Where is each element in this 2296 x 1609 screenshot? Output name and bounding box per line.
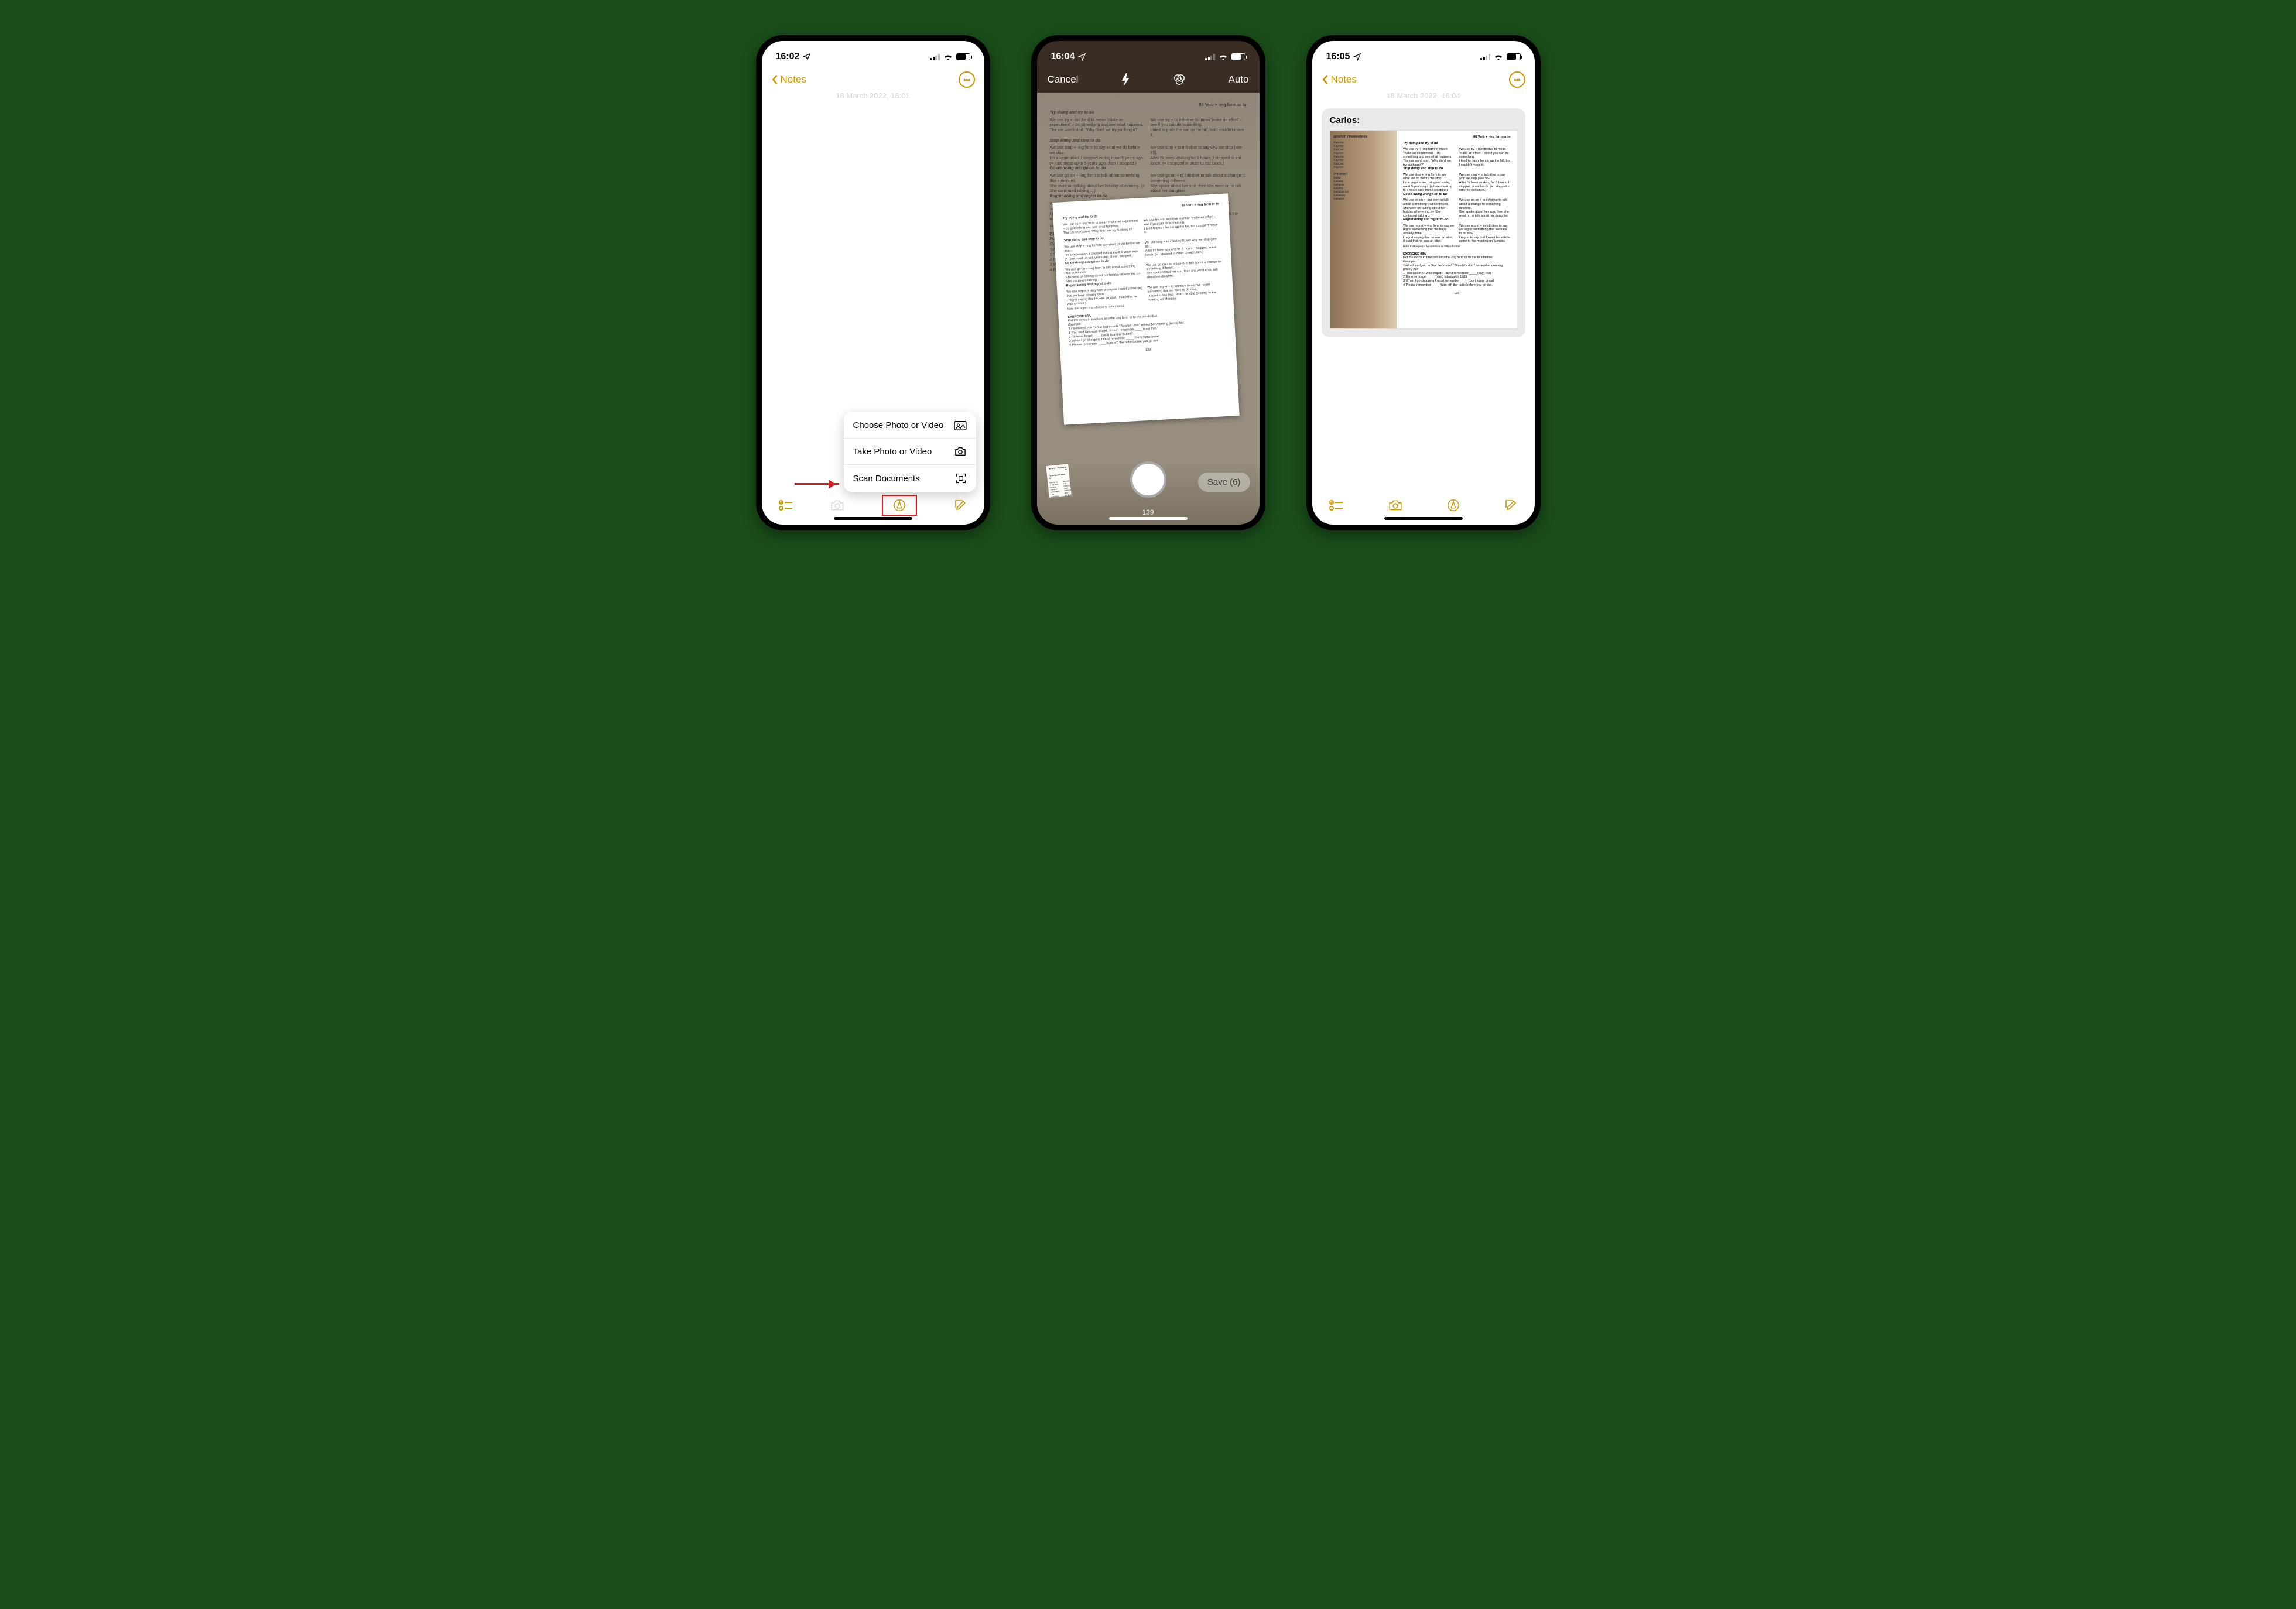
status-time: 16:04 [1051, 52, 1075, 62]
scan-mode-button[interactable]: Auto [1229, 74, 1249, 85]
page-number: 139 [1142, 508, 1154, 516]
home-indicator [1384, 517, 1463, 520]
battery-icon [1231, 53, 1245, 60]
status-time: 16:05 [1326, 52, 1350, 62]
attachment-title: Carlos: [1330, 115, 1517, 125]
menu-take-photo[interactable]: Take Photo or Video [844, 438, 976, 464]
signal-icon [1205, 54, 1215, 60]
screen-notes-menu: 16:02 Notes ••• 18 March 2022, 16:01 Cho… [756, 35, 990, 530]
viewfinder[interactable]: 88 Verb + -ing form or toTry doing and t… [1037, 93, 1260, 525]
status-time: 16:02 [776, 52, 800, 62]
status-bar: 16:04 [1037, 41, 1260, 67]
back-button[interactable]: Notes [1322, 74, 1357, 85]
scanner-toolbar: Cancel Auto [1037, 67, 1260, 93]
checklist-icon[interactable] [1329, 499, 1344, 511]
signal-icon [1480, 54, 1490, 60]
camera-icon[interactable] [1388, 499, 1403, 512]
screen-scanner: 16:04 Cancel Auto 88 Verb + -ing form or… [1031, 35, 1265, 530]
status-bar: 16:05 [1312, 41, 1535, 67]
note-datestamp: 18 March 2022, 16:04 [1312, 91, 1535, 100]
book-left-page: ДИАЛОГ. ГРАММАТИКАКарина:Карлос:Карина:К… [1330, 131, 1397, 328]
markup-highlight [882, 495, 917, 516]
note-datestamp: 18 March 2022, 16:01 [762, 91, 984, 100]
scanned-attachment[interactable]: Carlos: ДИАЛОГ. ГРАММАТИКАКарина:Карлос:… [1322, 108, 1525, 337]
detected-document: 88 Verb + -ing form or toTry doing and t… [1052, 193, 1239, 424]
compose-icon[interactable] [1504, 498, 1518, 512]
camera-icon[interactable] [830, 499, 845, 512]
back-label: Notes [1331, 74, 1357, 85]
chevron-left-icon [1322, 74, 1329, 85]
navigation-icon [803, 53, 811, 61]
photo-icon [954, 420, 967, 430]
wifi-icon [1219, 53, 1228, 60]
home-indicator [834, 517, 912, 520]
menu-scan-documents[interactable]: Scan Documents [844, 464, 976, 492]
back-button[interactable]: Notes [771, 74, 806, 85]
save-button[interactable]: Save (6) [1198, 473, 1250, 492]
screen-notes-result: 16:05 Notes ••• 18 March 2022, 16:04 Car… [1306, 35, 1541, 530]
filter-icon[interactable] [1173, 73, 1186, 86]
attachment-menu: Choose Photo or Video Take Photo or Vide… [844, 412, 976, 492]
camera-icon [954, 446, 967, 457]
chevron-left-icon [771, 74, 778, 85]
markup-icon[interactable] [1447, 499, 1460, 512]
flash-icon[interactable] [1120, 73, 1131, 86]
wifi-icon [1494, 53, 1503, 60]
shutter-button[interactable] [1130, 461, 1166, 498]
note-body[interactable]: Carlos: ДИАЛОГ. ГРАММАТИКАКарина:Карлос:… [1312, 100, 1535, 525]
battery-icon [956, 53, 970, 60]
home-indicator [1109, 517, 1188, 520]
cancel-button[interactable]: Cancel [1048, 74, 1079, 85]
menu-label: Take Photo or Video [853, 447, 932, 457]
scan-icon [955, 473, 967, 484]
compose-icon[interactable] [953, 498, 967, 512]
menu-label: Scan Documents [853, 474, 920, 484]
status-bar: 16:02 [762, 41, 984, 67]
wifi-icon [943, 53, 953, 60]
book-right-page: 88 Verb + -ing form or toTry doing and t… [1397, 131, 1517, 328]
scanned-image: ДИАЛОГ. ГРАММАТИКАКарина:Карлос:Карина:К… [1330, 130, 1517, 329]
battery-icon [1507, 53, 1521, 60]
nav-bar: Notes ••• [762, 67, 984, 93]
menu-label: Choose Photo or Video [853, 420, 944, 430]
menu-choose-photo[interactable]: Choose Photo or Video [844, 412, 976, 438]
checklist-icon[interactable] [778, 499, 793, 511]
more-button[interactable]: ••• [1509, 71, 1525, 88]
more-button[interactable]: ••• [959, 71, 975, 88]
navigation-icon [1353, 53, 1361, 61]
navigation-icon [1078, 53, 1086, 61]
back-label: Notes [781, 74, 806, 85]
markup-icon[interactable] [893, 499, 906, 512]
pointer-arrow [795, 483, 839, 485]
signal-icon [930, 54, 940, 60]
last-scan-thumbnail[interactable]: 88 Verb + -ing form or toTry doing and t… [1045, 463, 1073, 499]
nav-bar: Notes ••• [1312, 67, 1535, 93]
